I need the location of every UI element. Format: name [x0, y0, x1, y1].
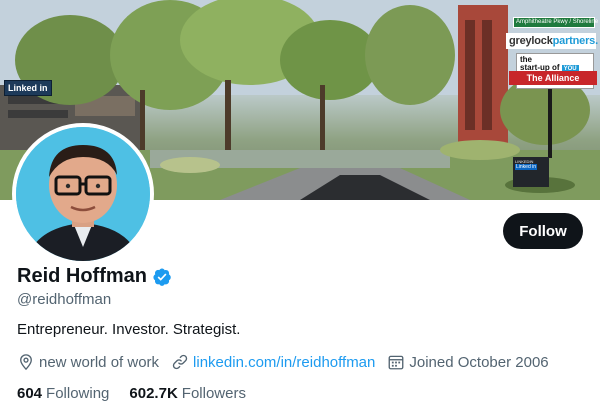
calendar-icon — [388, 355, 404, 370]
location-pin-icon — [20, 354, 32, 371]
profile-bio: Entrepreneur. Investor. Strategist. — [17, 321, 241, 338]
greylock-sign: greylockpartners. — [506, 33, 598, 49]
name-row: Reid Hoffman — [17, 265, 172, 288]
display-name: Reid Hoffman — [17, 265, 147, 287]
greylock-sign-accent: partners. — [552, 35, 598, 47]
verified-badge-icon — [152, 267, 172, 287]
website-link[interactable]: linkedin.com/in/reidhoffman — [193, 354, 375, 371]
linkedin-building-sign: Linked in — [4, 80, 52, 96]
followers-link[interactable]: 602.7K Followers — [129, 385, 246, 402]
following-link[interactable]: 604 Following — [17, 385, 109, 402]
following-label: Following — [46, 385, 110, 402]
following-count: 604 — [17, 385, 43, 402]
joined-item: Joined October 2006 — [387, 353, 549, 371]
plaque-brand: Linked in — [515, 164, 538, 170]
follow-stats: 604 Following 602.7K Followers — [17, 385, 266, 402]
the-alliance-sign: The Alliance — [509, 71, 597, 85]
followers-label: Followers — [181, 385, 246, 402]
user-handle: @reidhoffman — [17, 291, 112, 308]
followers-count: 602.7K — [129, 385, 178, 402]
link-icon — [172, 354, 188, 370]
street-sign: Amphitheatre Pkwy / Shoreline Bl — [513, 17, 600, 28]
profile-avatar[interactable] — [12, 123, 154, 265]
profile-meta-row: new world of work linkedin.com/in/reidho… — [17, 353, 561, 371]
greylock-sign-prefix: greylock — [509, 35, 553, 47]
follow-button[interactable]: Follow — [503, 213, 583, 249]
location-text: new world of work — [39, 353, 160, 371]
location-item: new world of work — [17, 353, 159, 371]
joined-text: Joined October 2006 — [409, 353, 549, 371]
website-item: linkedin.com/in/reidhoffman — [171, 353, 375, 371]
linkedin-plaque: LINKEDIN Linked in — [513, 157, 549, 187]
avatar-portrait — [16, 127, 150, 261]
